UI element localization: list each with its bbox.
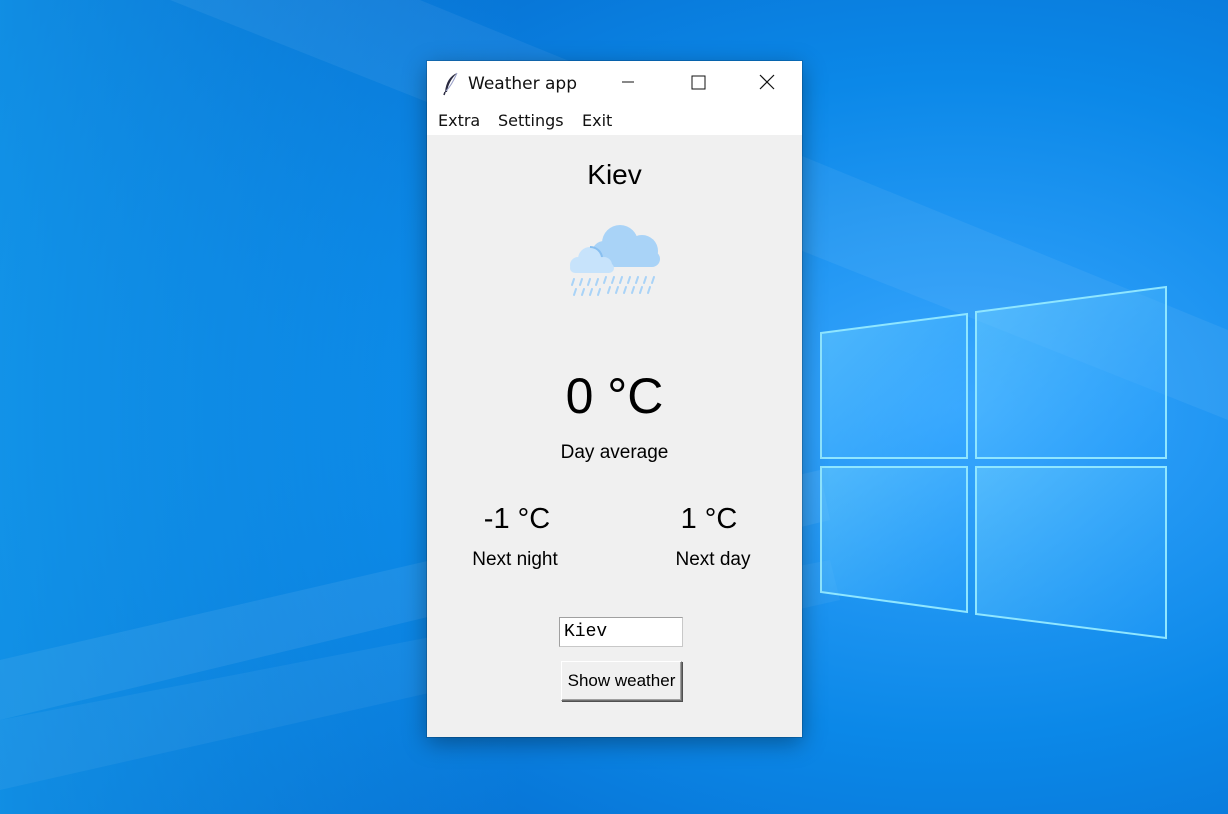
maximize-button[interactable] [663, 61, 733, 107]
maximize-icon [690, 74, 706, 95]
next-night-label: Next night [472, 549, 558, 570]
show-weather-button[interactable]: Show weather [561, 661, 682, 701]
weather-app-window: Weather app Extra Settings Exit Kiev 0 °… [427, 61, 802, 737]
menu-settings[interactable]: Settings [498, 111, 564, 130]
minimize-icon [620, 74, 636, 95]
menu-bar: Extra Settings Exit [427, 107, 802, 135]
close-icon [758, 73, 776, 96]
day-average-label: Day average [560, 442, 669, 463]
menu-extra[interactable]: Extra [438, 111, 480, 130]
next-day-label: Next day [675, 549, 751, 570]
title-bar[interactable]: Weather app [427, 61, 802, 107]
weather-panel: Kiev 0 °C Day average -1 °C Next night 1… [427, 135, 802, 737]
next-night-temperature: -1 °C [483, 503, 551, 535]
city-name: Kiev [587, 159, 642, 190]
window-title: Weather app [468, 74, 577, 94]
next-day-temperature: 1 °C [680, 503, 738, 535]
city-input[interactable] [559, 617, 683, 647]
menu-exit[interactable]: Exit [582, 111, 612, 130]
day-average-temperature: 0 °C [565, 368, 664, 424]
feather-icon [442, 72, 460, 96]
minimize-button[interactable] [593, 61, 663, 107]
desktop: Weather app Extra Settings Exit Kiev 0 °… [0, 0, 1228, 814]
cloud-rain-icon [568, 221, 664, 301]
close-button[interactable] [732, 61, 802, 107]
